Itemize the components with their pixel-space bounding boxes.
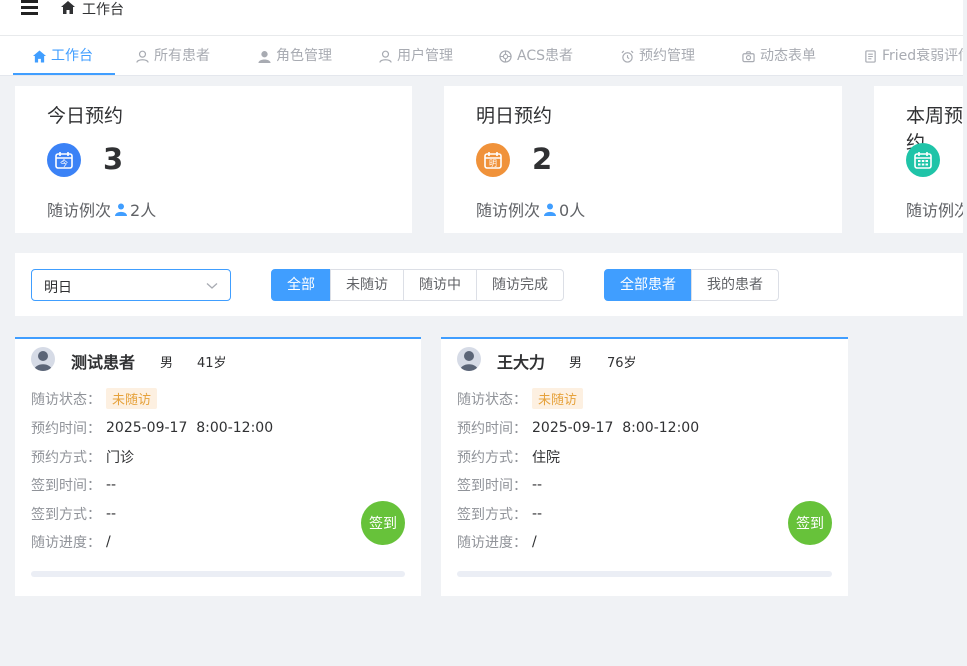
svg-text:今: 今 xyxy=(60,158,68,168)
stat-card-tomorrow: 明日预约 明 2 随访例次 0人 xyxy=(444,86,842,233)
stat-count: 2 xyxy=(532,142,553,176)
checkin-button[interactable]: 签到 xyxy=(361,501,405,545)
help-circle-icon xyxy=(499,49,512,63)
user-icon xyxy=(379,50,392,63)
status-row: 随访状态： 未随访 xyxy=(31,388,158,409)
stat-card-today: 今日预约 今 3 随访例次 2人 xyxy=(15,86,412,233)
method-row: 预约方式： 住院 xyxy=(457,450,560,466)
tab-acs-patients[interactable]: ACS患者 xyxy=(499,36,573,76)
all-patients-button[interactable]: 全部患者 xyxy=(604,269,692,301)
stat-footer: 随访例次 xyxy=(906,201,967,220)
status-filter-group: 全部 未随访 随访中 随访完成 xyxy=(271,269,564,301)
nav-tabs: 工作台 所有患者 角色管理 用户管理 ACS患者 预约管理 动态表单 Fried… xyxy=(0,36,967,76)
status-badge: 未随访 xyxy=(106,388,158,409)
filter-completed-button[interactable]: 随访完成 xyxy=(476,269,564,301)
method-row: 预约方式： 门诊 xyxy=(31,450,134,466)
my-patients-button[interactable]: 我的患者 xyxy=(691,269,779,301)
user-icon xyxy=(136,50,149,63)
active-tab-indicator xyxy=(13,73,115,75)
tab-role-management[interactable]: 角色管理 xyxy=(258,36,332,76)
patient-gender: 男 xyxy=(569,356,583,371)
tab-appointment-management[interactable]: 预约管理 xyxy=(621,36,695,76)
progress-bar xyxy=(457,571,832,577)
tab-fried-assessment[interactable]: Fried衰弱评估 xyxy=(864,36,967,76)
home-icon xyxy=(61,1,75,14)
person-icon xyxy=(115,203,128,216)
svg-text:明: 明 xyxy=(489,159,497,168)
progress-row: 随访进度： / xyxy=(457,534,537,551)
checkin-button[interactable]: 签到 xyxy=(788,501,832,545)
camera-icon xyxy=(742,50,755,62)
patient-card: 王大力 男 76岁 随访状态： 未随访 预约时间： 2025-09-17 8:00-… xyxy=(441,337,848,596)
person-icon xyxy=(544,203,557,216)
top-bar: 工作台 xyxy=(0,0,967,36)
stat-footer: 随访例次 2人 xyxy=(47,201,157,220)
tab-user-management[interactable]: 用户管理 xyxy=(379,36,453,76)
filter-bar: 明日 全部 未随访 随访中 随访完成 全部患者 我的患者 xyxy=(15,253,967,316)
user-filled-icon xyxy=(258,50,271,63)
status-badge: 未随访 xyxy=(532,388,584,409)
scrollbar[interactable] xyxy=(963,0,967,666)
stat-footer: 随访例次 0人 xyxy=(476,201,586,220)
patient-gender: 男 xyxy=(160,356,174,371)
patient-age: 41岁 xyxy=(197,356,227,371)
sign-time-row: 签到时间： -- xyxy=(31,477,117,494)
avatar xyxy=(31,347,55,371)
stat-card-week: 本周预约 5 随访例次 xyxy=(874,86,967,233)
status-row: 随访状态： 未随访 xyxy=(457,388,584,409)
date-select[interactable]: 明日 xyxy=(31,269,231,301)
patient-name: 测试患者 xyxy=(71,353,136,372)
filter-all-button[interactable]: 全部 xyxy=(271,269,331,301)
home-icon xyxy=(33,49,46,63)
breadcrumb[interactable]: 工作台 xyxy=(82,0,124,19)
tab-workbench[interactable]: 工作台 xyxy=(33,36,93,76)
alarm-clock-icon xyxy=(621,50,634,63)
patient-card: 测试患者 男 41岁 随访状态： 未随访 预约时间： 2025-09-17 8:00… xyxy=(15,337,421,596)
stat-title: 明日预约 xyxy=(476,105,553,127)
patient-name: 王大力 xyxy=(497,353,546,372)
calendar-icon: 今 xyxy=(47,143,81,177)
filter-in-progress-button[interactable]: 随访中 xyxy=(403,269,477,301)
scope-filter-group: 全部患者 我的患者 xyxy=(604,269,779,301)
progress-bar xyxy=(31,571,405,577)
chevron-down-icon xyxy=(206,283,218,289)
tab-all-patients[interactable]: 所有患者 xyxy=(136,36,210,76)
calendar-grid-icon xyxy=(906,143,940,177)
stat-count: 3 xyxy=(103,142,124,176)
document-icon xyxy=(865,49,876,63)
avatar xyxy=(457,347,481,371)
sign-method-row: 签到方式： -- xyxy=(31,506,117,523)
tab-dynamic-form[interactable]: 动态表单 xyxy=(742,36,816,76)
progress-row: 随访进度： / xyxy=(31,534,111,551)
sign-time-row: 签到时间： -- xyxy=(457,477,543,494)
stat-title: 今日预约 xyxy=(47,105,124,127)
filter-not-visited-button[interactable]: 未随访 xyxy=(330,269,404,301)
sign-method-row: 签到方式： -- xyxy=(457,506,543,523)
menu-toggle-icon[interactable] xyxy=(21,0,38,15)
time-row: 预约时间： 2025-09-17 8:00-12:00 xyxy=(457,420,700,437)
patient-age: 76岁 xyxy=(607,356,637,371)
time-row: 预约时间： 2025-09-17 8:00-12:00 xyxy=(31,420,274,437)
calendar-icon: 明 xyxy=(476,143,510,177)
